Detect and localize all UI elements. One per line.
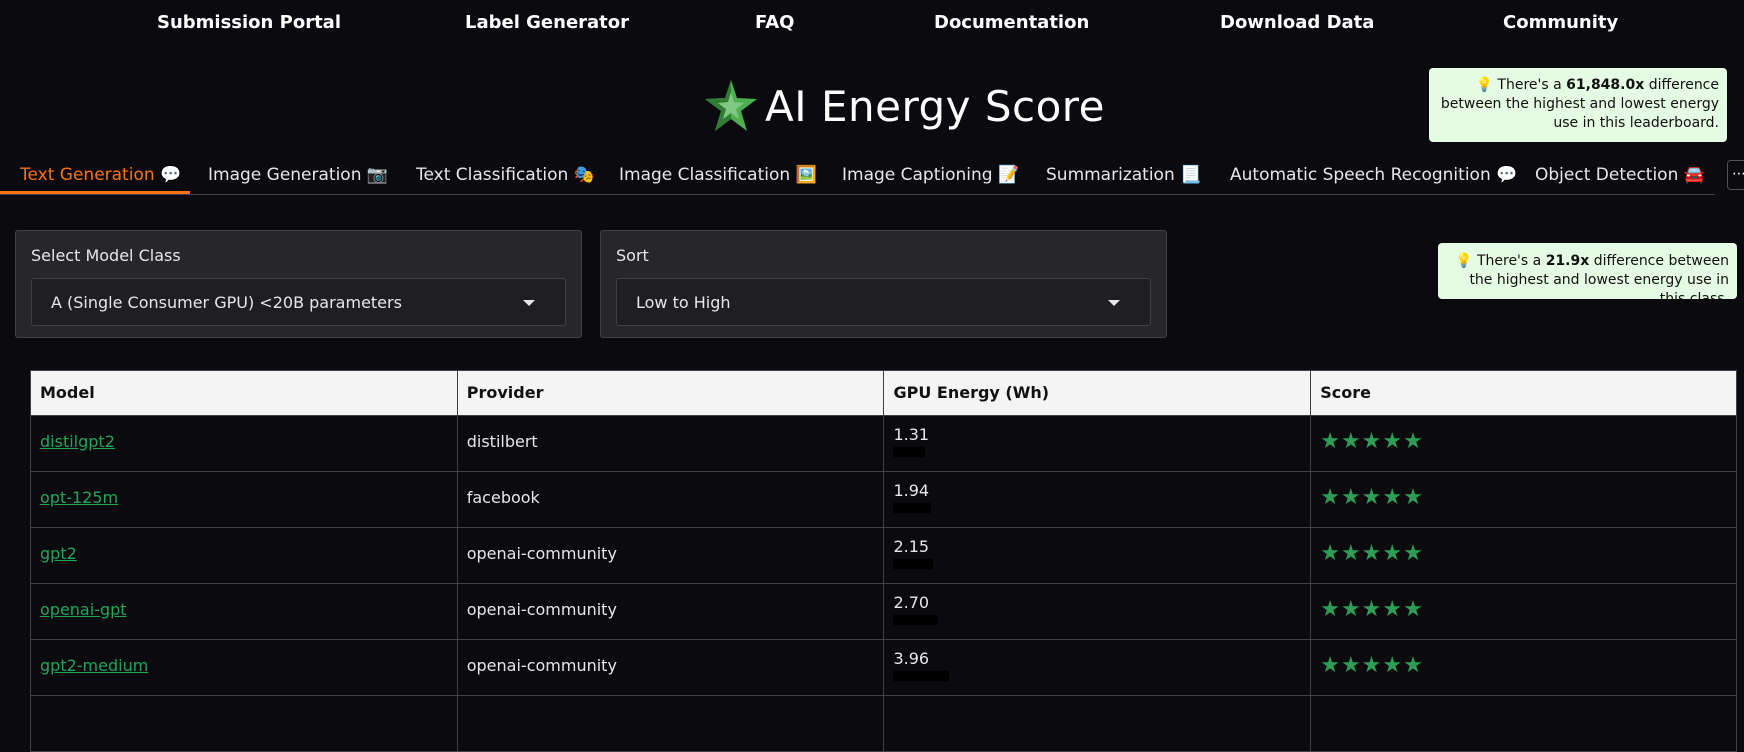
score-cell <box>1310 695 1737 752</box>
table-header-row: Model Provider GPU Energy (Wh) Score <box>30 370 1737 416</box>
callout-value: 61,848.0x <box>1566 77 1645 93</box>
chevron-down-icon <box>523 300 535 306</box>
table-row: gpt2-medium openai-community 3.96 ★★★★★ <box>30 639 1737 696</box>
nav-submission-portal[interactable]: Submission Portal <box>157 12 341 33</box>
score-cell: ★★★★★ <box>1310 639 1737 696</box>
table-row: opt-125m facebook 1.94 ★★★★★ <box>30 471 1737 528</box>
table-body: distilgpt2 distilbert 1.31 ★★★★★ opt-125m fac… <box>30 415 1737 752</box>
nav-documentation[interactable]: Documentation <box>934 12 1089 33</box>
tab-text-classification[interactable]: Text Classification 🎭 <box>416 165 595 185</box>
star-rating-icon: ★★★★★ <box>1320 429 1424 454</box>
gpu-energy-value: 1.31 <box>893 425 930 444</box>
column-header-model: Model <box>30 370 458 416</box>
leaderboard-table: Model Provider GPU Energy (Wh) Score dis… <box>30 370 1737 752</box>
leaderboard-difference-callout: 💡 There's a 61,848.0x difference between… <box>1429 68 1727 142</box>
column-header-score: Score <box>1310 370 1737 416</box>
model-class-dropdown[interactable]: A (Single Consumer GPU) <20B parameters <box>31 278 566 326</box>
callout-prefix: 💡 There's a <box>1475 77 1567 93</box>
chevron-down-icon <box>1108 300 1120 306</box>
model-class-label: Select Model Class <box>31 246 181 265</box>
task-tabs: Text Generation 💬 Image Generation 📷 Tex… <box>0 160 1715 195</box>
gpu-energy-cell: 1.94 <box>883 471 1312 528</box>
model-link[interactable]: distilgpt2 <box>40 432 115 451</box>
star-rating-icon: ★★★★★ <box>1320 485 1424 510</box>
score-cell: ★★★★★ <box>1310 415 1737 472</box>
model-cell: distilgpt2 <box>30 415 458 472</box>
gpu-energy-bar <box>893 503 932 513</box>
star-rating-icon: ★★★★★ <box>1320 653 1424 678</box>
gpu-energy-cell: 2.15 <box>883 527 1312 584</box>
sort-dropdown[interactable]: Low to High <box>616 278 1151 326</box>
model-cell <box>30 695 458 752</box>
score-cell: ★★★★★ <box>1310 527 1737 584</box>
provider-cell: distilbert <box>456 415 885 472</box>
table-row: gpt2 openai-community 2.15 ★★★★★ <box>30 527 1737 584</box>
model-link[interactable]: openai-gpt <box>40 600 127 619</box>
nav-community[interactable]: Community <box>1503 12 1618 33</box>
column-header-provider: Provider <box>456 370 885 416</box>
sort-panel: Sort Low to High <box>600 230 1167 338</box>
gpu-energy-value: 2.15 <box>893 537 930 556</box>
star-rating-icon: ★★★★★ <box>1320 541 1424 566</box>
provider-cell: openai-community <box>456 639 885 696</box>
table-row: distilgpt2 distilbert 1.31 ★★★★★ <box>30 415 1737 472</box>
page-title: AI Energy Score <box>765 81 1105 131</box>
gpu-energy-cell <box>883 695 1312 752</box>
more-tabs-icon[interactable]: ⋯ <box>1727 160 1744 190</box>
sort-value: Low to High <box>636 293 731 312</box>
gpu-energy-bar <box>893 559 934 569</box>
sort-label: Sort <box>616 246 649 265</box>
model-link[interactable]: opt-125m <box>40 488 118 507</box>
tab-image-generation[interactable]: Image Generation 📷 <box>208 165 388 185</box>
tab-automatic-speech-recognition[interactable]: Automatic Speech Recognition 💬 <box>1230 165 1517 185</box>
model-class-panel: Select Model Class A (Single Consumer GP… <box>15 230 582 338</box>
gpu-energy-bar <box>893 671 950 681</box>
tab-image-captioning[interactable]: Image Captioning 📝 <box>842 165 1019 185</box>
nav-label-generator[interactable]: Label Generator <box>465 12 629 33</box>
column-header-gpu-energy: GPU Energy (Wh) <box>883 370 1312 416</box>
gpu-energy-value: 1.94 <box>893 481 930 500</box>
provider-cell: openai-community <box>456 583 885 640</box>
page-header: AI Energy Score <box>703 78 1105 134</box>
model-link[interactable]: gpt2 <box>40 544 77 563</box>
model-link[interactable]: gpt2-medium <box>40 656 148 675</box>
score-cell: ★★★★★ <box>1310 471 1737 528</box>
star-leaf-icon <box>705 80 757 131</box>
star-rating-icon: ★★★★★ <box>1320 597 1424 622</box>
top-nav: Submission Portal Label Generator FAQ Do… <box>0 0 1744 48</box>
callout-value: 21.9x <box>1545 253 1590 269</box>
gpu-energy-value: 2.70 <box>893 593 930 612</box>
active-tab-indicator <box>0 191 190 194</box>
model-cell: opt-125m <box>30 471 458 528</box>
table-row: openai-gpt openai-community 2.70 ★★★★★ <box>30 583 1737 640</box>
tab-text-generation[interactable]: Text Generation 💬 <box>20 165 181 185</box>
tab-summarization[interactable]: Summarization 📃 <box>1046 165 1201 185</box>
provider-cell <box>456 695 885 752</box>
gpu-energy-cell: 3.96 <box>883 639 1312 696</box>
nav-download-data[interactable]: Download Data <box>1220 12 1374 33</box>
gpu-energy-cell: 1.31 <box>883 415 1312 472</box>
tab-image-classification[interactable]: Image Classification 🖼️ <box>619 165 817 185</box>
nav-faq[interactable]: FAQ <box>755 12 794 33</box>
gpu-energy-value: 3.96 <box>893 649 930 668</box>
tab-object-detection[interactable]: Object Detection 🚘 <box>1535 165 1705 185</box>
model-cell: gpt2 <box>30 527 458 584</box>
provider-cell: facebook <box>456 471 885 528</box>
score-cell: ★★★★★ <box>1310 583 1737 640</box>
class-difference-callout: 💡 There's a 21.9x difference between the… <box>1438 243 1737 307</box>
model-cell: openai-gpt <box>30 583 458 640</box>
gpu-energy-bar <box>893 447 926 457</box>
provider-cell: openai-community <box>456 527 885 584</box>
model-class-value: A (Single Consumer GPU) <20B parameters <box>51 293 402 312</box>
gpu-energy-cell: 2.70 <box>883 583 1312 640</box>
table-row <box>30 695 1737 752</box>
model-cell: gpt2-medium <box>30 639 458 696</box>
callout-prefix: 💡 There's a <box>1455 253 1546 269</box>
gpu-energy-bar <box>893 615 939 625</box>
